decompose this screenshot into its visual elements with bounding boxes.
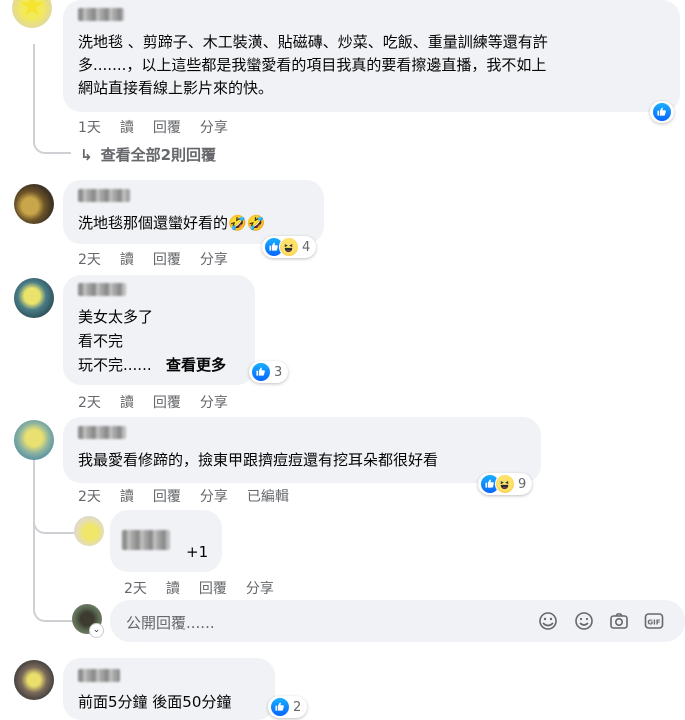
camera-icon[interactable]: [609, 611, 629, 631]
avatar[interactable]: [74, 516, 104, 546]
thread-line: [33, 44, 35, 140]
comment-text-line: 看不完: [78, 332, 124, 350]
comment-time[interactable]: 2天: [78, 392, 101, 412]
reaction-summary[interactable]: 9: [478, 473, 533, 495]
comment-text: 我最愛看修蹄的，撿東甲跟擠痘痘還有挖耳朵都很好看: [78, 451, 439, 469]
share-button[interactable]: 分享: [200, 117, 228, 137]
share-button[interactable]: 分享: [246, 578, 274, 598]
commenter-name[interactable]: [78, 669, 120, 682]
gif-icon[interactable]: GIF: [644, 611, 664, 631]
comment-actions: 2天 讀 回覆 分享: [78, 392, 247, 412]
thread-connector: [33, 500, 77, 534]
reply-arrow-icon: ↳: [80, 146, 93, 164]
reaction-summary[interactable]: [650, 101, 674, 123]
avatar[interactable]: [14, 660, 54, 700]
reply-button[interactable]: 回覆: [153, 249, 181, 269]
reaction-count: 4: [302, 239, 311, 255]
commenter-name[interactable]: [78, 8, 124, 21]
thread-connector: [33, 596, 73, 622]
commenter-name[interactable]: [78, 189, 130, 202]
view-replies-label: 查看全部2則回覆: [100, 146, 217, 164]
reply-button[interactable]: 回覆: [153, 117, 181, 137]
reply-input[interactable]: 公開回覆......: [126, 612, 215, 633]
avatar[interactable]: [14, 278, 54, 318]
reply-actions: 2天 讀 回覆 分享: [124, 578, 293, 598]
reaction-summary[interactable]: 3: [249, 361, 289, 383]
comment-actions: 2天 讀 回覆 分享 已編輯: [78, 486, 308, 506]
see-more-link[interactable]: 查看更多: [166, 354, 226, 377]
replier-name[interactable]: [122, 530, 170, 550]
read-button[interactable]: 讀: [120, 392, 134, 412]
share-button[interactable]: 分享: [200, 486, 228, 506]
comment-text: 前面5分鐘 後面50分鐘: [78, 693, 232, 711]
reply-time[interactable]: 2天: [124, 578, 147, 598]
comment-time[interactable]: 2天: [78, 486, 101, 506]
view-replies-link[interactable]: ↳ 查看全部2則回覆: [80, 144, 216, 165]
avatar-sticker-icon[interactable]: [538, 611, 558, 631]
comment-actions: 2天 讀 回覆 分享: [78, 249, 247, 269]
comment-text-line: 玩不完......: [78, 356, 152, 374]
comment-text: 洗地毯 、剪蹄子、木工裝潢、貼磁磚、炒菜、吃飯、重量訓練等還有許 多......…: [78, 33, 548, 97]
reaction-count: 2: [293, 699, 302, 715]
edited-label: 已編輯: [246, 489, 289, 505]
reaction-summary[interactable]: 2: [268, 696, 308, 718]
reply-button[interactable]: 回覆: [199, 578, 227, 598]
read-button[interactable]: 讀: [120, 486, 134, 506]
like-icon: [652, 102, 672, 122]
commenter-name[interactable]: [78, 426, 126, 439]
reaction-count: 9: [518, 476, 527, 492]
reaction-summary[interactable]: 4: [262, 236, 317, 258]
comment-actions: 1天 讀 回覆 分享: [78, 117, 247, 137]
reply-text: +1: [186, 543, 209, 561]
avatar[interactable]: [14, 420, 54, 460]
like-icon: [251, 362, 271, 382]
comment-time[interactable]: 1天: [78, 117, 101, 137]
commenter-name[interactable]: [78, 283, 126, 296]
reply-button[interactable]: 回覆: [153, 486, 181, 506]
emoji-icon[interactable]: [574, 611, 594, 631]
thread-line: [33, 458, 35, 608]
comment-text: 洗地毯那個還蠻好看的🤣🤣: [78, 214, 266, 232]
avatar[interactable]: [12, 0, 52, 28]
read-button[interactable]: 讀: [120, 117, 134, 137]
read-button[interactable]: 讀: [166, 578, 180, 598]
reply-button[interactable]: 回覆: [153, 392, 181, 412]
like-icon: [270, 697, 290, 717]
comment-text-line: 美女太多了: [78, 308, 154, 326]
share-button[interactable]: 分享: [200, 249, 228, 269]
comment-time[interactable]: 2天: [78, 249, 101, 269]
haha-icon: [279, 237, 299, 257]
haha-icon: [495, 474, 515, 494]
reaction-count: 3: [274, 364, 283, 380]
avatar-dropdown-icon[interactable]: ⌄: [90, 624, 103, 637]
avatar[interactable]: [14, 184, 54, 224]
read-button[interactable]: 讀: [120, 249, 134, 269]
share-button[interactable]: 分享: [200, 392, 228, 412]
svg-text:GIF: GIF: [647, 619, 660, 627]
thread-connector: [33, 130, 71, 154]
